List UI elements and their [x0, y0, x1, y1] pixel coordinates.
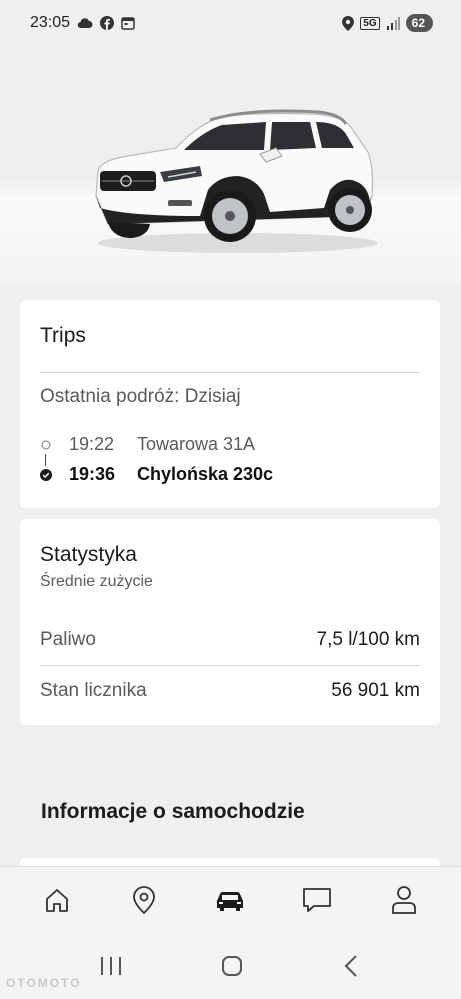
odometer-value: 56 901 km	[331, 680, 420, 701]
last-trip-label: Ostatnia podróż: Dzisiaj	[40, 386, 241, 407]
car-illustration	[95, 109, 378, 253]
statistics-card[interactable]: Statystyka Średnie zużycie Paliwo 7,5 l/…	[20, 519, 440, 725]
nav-home[interactable]	[32, 878, 82, 928]
watermark: OTOMOTO	[6, 976, 82, 990]
battery-indicator: 62	[405, 14, 433, 32]
trips-card[interactable]: Trips Ostatnia podróż: Dzisiaj 19:22 Tow…	[20, 300, 440, 508]
odometer-label: Stan licznika	[40, 680, 147, 701]
nav-car[interactable]	[205, 878, 255, 928]
signal-icon	[386, 16, 400, 30]
start-point-icon	[40, 440, 52, 450]
calendar-icon	[121, 16, 135, 30]
network-type-badge: 5G	[360, 16, 380, 30]
car-icon	[214, 887, 246, 918]
clock: 23:05	[30, 14, 71, 31]
trip-end-address: Chylońska 230c	[137, 464, 274, 484]
status-bar: 23:05 5G 62	[0, 0, 461, 46]
cloud-icon	[77, 17, 93, 29]
car-info-section-title: Informacje o samochodzie	[41, 800, 305, 823]
chat-icon	[302, 886, 332, 919]
facebook-icon	[100, 16, 115, 30]
car-hero-image	[0, 46, 461, 286]
trip-start-address: Towarowa 31A	[137, 434, 256, 454]
odometer-row: Stan licznika 56 901 km	[40, 680, 420, 702]
home-button-icon[interactable]	[220, 954, 244, 983]
fuel-label: Paliwo	[40, 629, 96, 650]
location-pin-icon	[131, 885, 157, 920]
fuel-value: 7,5 l/100 km	[316, 629, 421, 650]
statistics-title: Statystyka	[40, 543, 137, 566]
profile-icon	[390, 885, 418, 920]
nav-messages[interactable]	[292, 878, 342, 928]
bottom-navigation	[0, 866, 461, 938]
divider	[40, 372, 420, 373]
trip-start-row: 19:22 Towarowa 31A	[40, 434, 255, 455]
back-icon[interactable]	[342, 954, 362, 983]
nav-profile[interactable]	[379, 878, 429, 928]
recent-apps-icon[interactable]	[99, 955, 123, 982]
nav-location[interactable]	[119, 878, 169, 928]
home-icon	[43, 886, 71, 919]
divider	[40, 665, 420, 666]
statistics-subtitle: Średnie zużycie	[40, 573, 153, 590]
destination-check-icon	[40, 468, 52, 481]
trip-start-time: 19:22	[69, 434, 115, 454]
trip-end-time: 19:36	[69, 464, 116, 484]
trips-title: Trips	[40, 324, 86, 347]
fuel-consumption-row: Paliwo 7,5 l/100 km	[40, 629, 420, 651]
location-icon	[342, 15, 355, 31]
trip-end-row: 19:36 Chylońska 230c	[40, 464, 273, 485]
